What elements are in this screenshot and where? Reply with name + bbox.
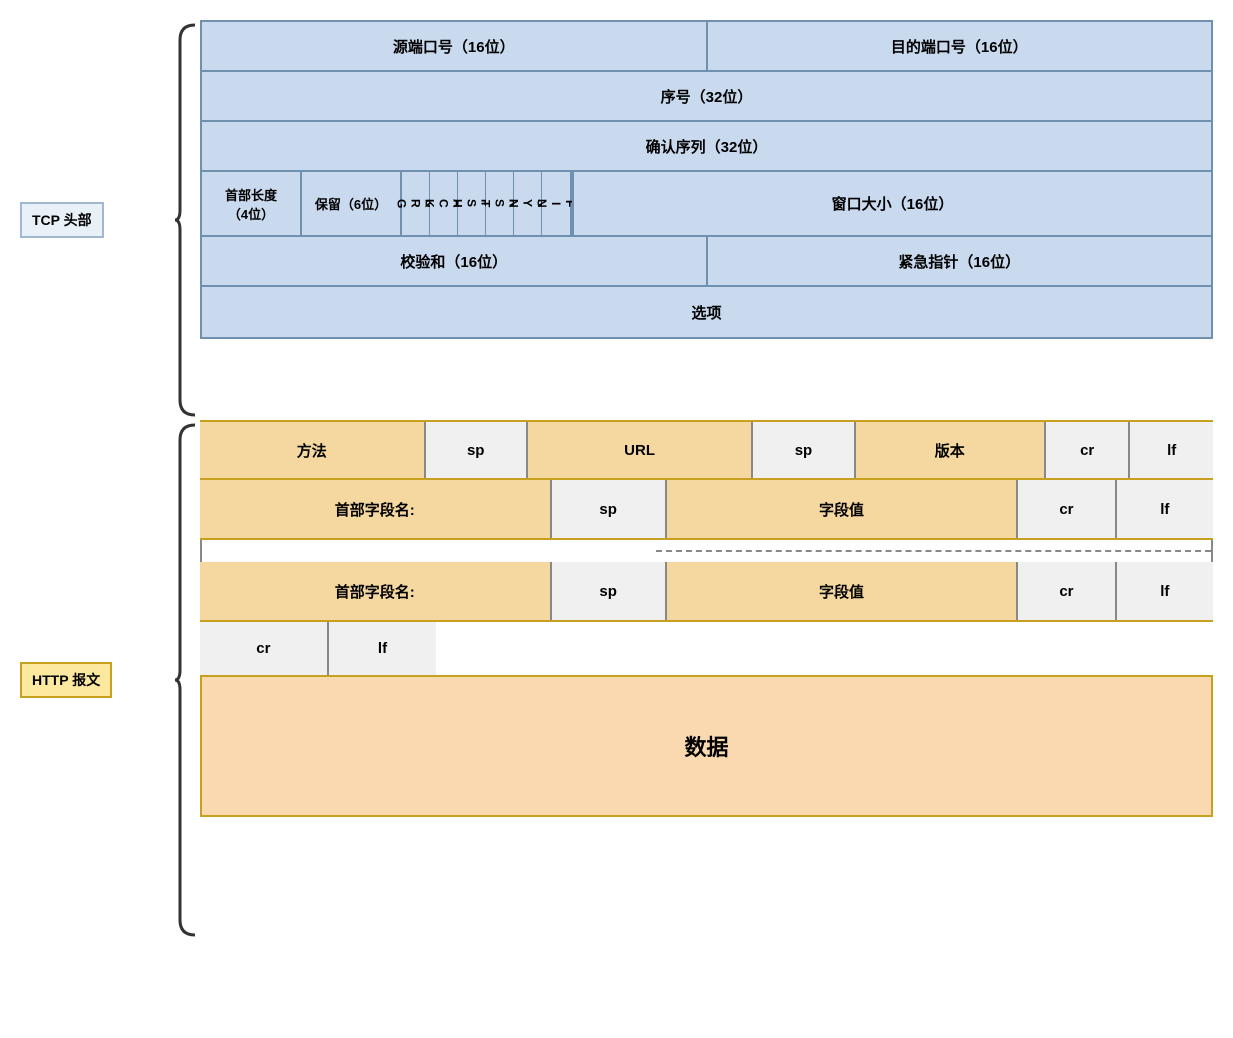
checksum-cell: 校验和（16位） <box>202 237 708 285</box>
sp2-cell: sp <box>753 422 855 478</box>
flag-fin: FIN <box>542 172 570 235</box>
flags-container: URG ACK PSH RST SYN FIN <box>402 172 572 235</box>
dotted-separator <box>200 540 1213 562</box>
http-area: HTTP 报文 方法 sp URL sp 版本 cr lf 首部字段名: sp … <box>20 420 1213 940</box>
tcp-label-area: TCP 头部 <box>20 20 170 420</box>
http-label-area: HTTP 报文 <box>20 420 170 940</box>
diagram: TCP 头部 源端口号（16位） 目的端口号（16位） 序号（32位） 确认序 <box>20 20 1213 940</box>
http-row-request-line: 方法 sp URL sp 版本 cr lf <box>200 420 1213 480</box>
lf3-cell: lf <box>1117 562 1213 620</box>
version-cell: 版本 <box>856 422 1046 478</box>
lf2-cell: lf <box>1117 480 1213 538</box>
tcp-label: TCP 头部 <box>20 202 104 238</box>
tcp-row-seq: 序号（32位） <box>202 72 1211 122</box>
lf4-cell: lf <box>329 622 437 675</box>
options-cell: 选项 <box>202 287 1211 337</box>
http-row-blank: cr lf <box>200 622 1213 677</box>
empty-cell <box>436 622 1213 675</box>
cr3-cell: cr <box>1018 562 1116 620</box>
seq-num-cell: 序号（32位） <box>202 72 1211 120</box>
header-len-cell: 首部长度（4位） <box>202 172 302 235</box>
cr1-cell: cr <box>1046 422 1131 478</box>
ack-seq-cell: 确认序列（32位） <box>202 122 1211 170</box>
tcp-row-flags: 首部长度（4位） 保留（6位） URG ACK PSH RST SYN FIN … <box>202 172 1211 237</box>
window-cell: 窗口大小（16位） <box>572 172 1211 235</box>
sp3-cell: sp <box>552 480 667 538</box>
tcp-content: 源端口号（16位） 目的端口号（16位） 序号（32位） 确认序列（32位） 首… <box>200 20 1213 420</box>
reserved-cell: 保留（6位） <box>302 172 402 235</box>
http-brace <box>170 420 200 940</box>
tcp-grid: 源端口号（16位） 目的端口号（16位） 序号（32位） 确认序列（32位） 首… <box>200 20 1213 339</box>
http-label: HTTP 报文 <box>20 662 112 698</box>
dotted-line <box>656 550 1211 552</box>
tcp-area: TCP 头部 源端口号（16位） 目的端口号（16位） 序号（32位） 确认序 <box>20 20 1213 420</box>
cr2-cell: cr <box>1018 480 1116 538</box>
http-content: 方法 sp URL sp 版本 cr lf 首部字段名: sp 字段值 cr l… <box>200 420 1213 940</box>
tcp-row-ack: 确认序列（32位） <box>202 122 1211 172</box>
dest-port-cell: 目的端口号（16位） <box>708 22 1212 70</box>
lf1-cell: lf <box>1130 422 1213 478</box>
field-value1-cell: 字段值 <box>667 480 1019 538</box>
http-row-header2: 首部字段名: sp 字段值 cr lf <box>200 562 1213 622</box>
http-row-header1: 首部字段名: sp 字段值 cr lf <box>200 480 1213 540</box>
source-port-cell: 源端口号（16位） <box>202 22 708 70</box>
data-section: 数据 <box>200 677 1213 817</box>
sp4-cell: sp <box>552 562 667 620</box>
field-value2-cell: 字段值 <box>667 562 1019 620</box>
header-name2-cell: 首部字段名: <box>200 562 552 620</box>
tcp-brace <box>170 20 200 420</box>
urgent-cell: 紧急指针（16位） <box>708 237 1212 285</box>
cr4-cell: cr <box>200 622 329 675</box>
tcp-row-ports: 源端口号（16位） 目的端口号（16位） <box>202 22 1211 72</box>
tcp-row-checksum: 校验和（16位） 紧急指针（16位） <box>202 237 1211 287</box>
url-cell: URL <box>528 422 754 478</box>
method-cell: 方法 <box>200 422 426 478</box>
sp1-cell: sp <box>426 422 528 478</box>
tcp-row-options: 选项 <box>202 287 1211 337</box>
header-name1-cell: 首部字段名: <box>200 480 552 538</box>
